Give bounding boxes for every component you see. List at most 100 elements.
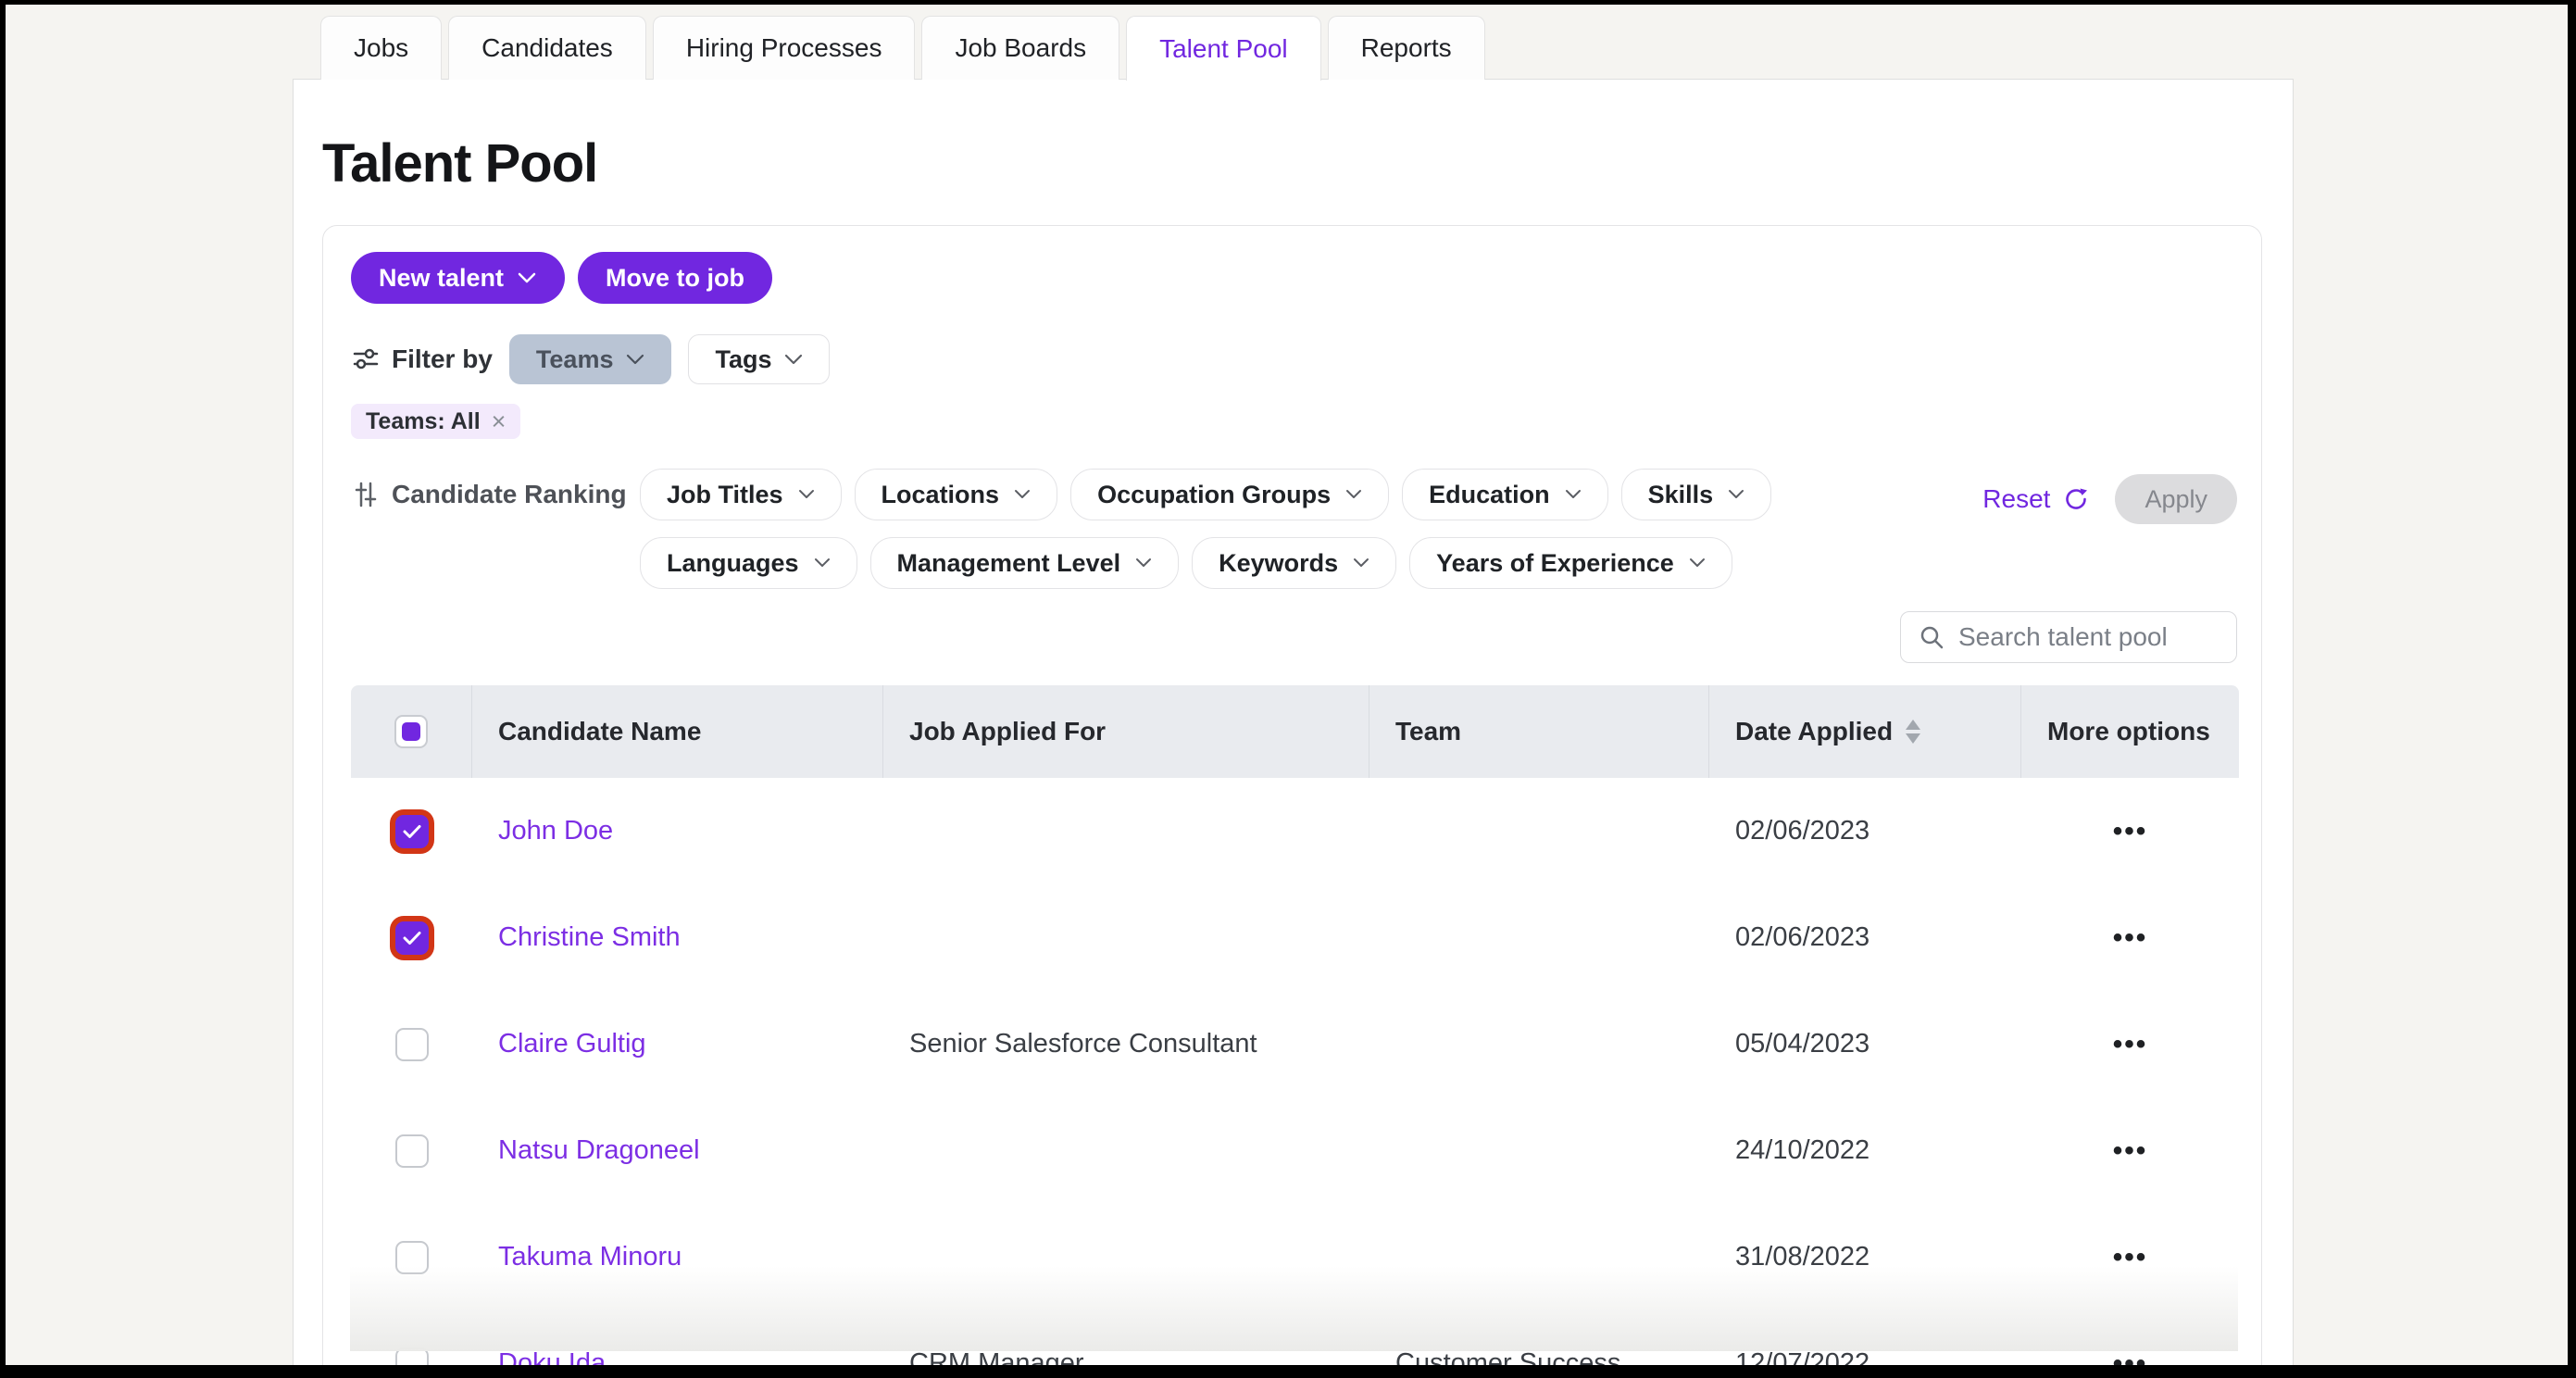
job-applied-cell: CRM Manager [883, 1310, 1369, 1365]
search-row [351, 611, 2237, 663]
more-options-button[interactable]: ••• [2113, 1137, 2148, 1165]
active-filters-row: Teams: All × [351, 404, 2237, 439]
chevron-down-icon [1353, 557, 1369, 569]
ranking-dropdowns: Job Titles Locations Occupation Groups E… [640, 469, 1816, 589]
remove-filter-icon[interactable]: × [492, 409, 506, 434]
tab-hiring-processes[interactable]: Hiring Processes [653, 16, 916, 80]
more-options-button[interactable]: ••• [2113, 1350, 2148, 1366]
chevron-down-icon [798, 489, 815, 500]
search-icon [1918, 623, 1945, 651]
date-applied-cell: 05/04/2023 [1709, 991, 2021, 1097]
job-applied-cell [883, 778, 1369, 884]
indeterminate-mark-icon [402, 722, 420, 741]
select-all-header-cell [351, 685, 472, 778]
main-nav-tabs: Jobs Candidates Hiring Processes Job Boa… [320, 16, 1485, 81]
filter-teams-button[interactable]: Teams [509, 334, 672, 384]
candidate-name-link[interactable]: Natsu Dragoneel [498, 1135, 700, 1166]
date-applied-cell: 02/06/2023 [1709, 884, 2021, 991]
candidate-name-link[interactable]: Christine Smith [498, 922, 681, 953]
tab-talent-pool[interactable]: Talent Pool [1126, 16, 1321, 81]
candidate-name-link[interactable]: John Doe [498, 816, 613, 846]
job-applied-cell [883, 1204, 1369, 1310]
tab-candidates[interactable]: Candidates [448, 16, 646, 80]
row-checkbox[interactable] [395, 815, 429, 848]
table-row: Takuma Minoru 31/08/2022 ••• [351, 1204, 2239, 1310]
job-applied-cell: Senior Salesforce Consultant [883, 991, 1369, 1097]
search-box [1900, 611, 2237, 663]
filter-by-label: Filter by [351, 344, 493, 374]
candidate-ranking-block: Candidate Ranking Job Titles Locations O… [351, 469, 2237, 589]
row-checkbox[interactable] [395, 1134, 429, 1168]
keywords-dropdown[interactable]: Keywords [1192, 537, 1396, 589]
skills-dropdown[interactable]: Skills [1621, 469, 1772, 520]
column-header-more-options: More options [2021, 685, 2239, 778]
chevron-down-icon [784, 354, 803, 366]
table-row: Natsu Dragoneel 24/10/2022 ••• [351, 1097, 2239, 1204]
tab-job-boards[interactable]: Job Boards [921, 16, 1119, 80]
chevron-down-icon [1014, 489, 1031, 500]
chevron-down-icon [626, 354, 644, 366]
new-talent-button[interactable]: New talent [351, 252, 565, 304]
team-cell [1369, 1204, 1709, 1310]
actions-row: New talent Move to job [351, 252, 2237, 304]
table-row: Christine Smith 02/06/2023 ••• [351, 884, 2239, 991]
talent-pool-card: New talent Move to job [322, 225, 2262, 1365]
job-applied-cell [883, 1097, 1369, 1204]
chevron-down-icon [1689, 557, 1706, 569]
filter-tags-button[interactable]: Tags [688, 334, 830, 384]
table-row: Claire Gultig Senior Salesforce Consulta… [351, 991, 2239, 1097]
chevron-down-icon [1565, 489, 1582, 500]
row-checkbox[interactable] [395, 1241, 429, 1274]
column-header-job-applied-for: Job Applied For [883, 685, 1369, 778]
sort-icon[interactable] [1906, 720, 1920, 744]
more-options-button[interactable]: ••• [2113, 1031, 2148, 1059]
sliders-vertical-icon [351, 480, 381, 509]
talent-pool-table: Candidate Name Job Applied For Team Date… [351, 685, 2239, 1365]
check-icon [402, 823, 422, 840]
column-header-candidate-name: Candidate Name [472, 685, 883, 778]
more-options-button[interactable]: ••• [2113, 818, 2148, 846]
education-dropdown[interactable]: Education [1402, 469, 1608, 520]
more-options-button[interactable]: ••• [2113, 1244, 2148, 1272]
refresh-icon [2061, 484, 2091, 514]
app-viewport: Jobs Candidates Hiring Processes Job Boa… [6, 5, 2568, 1365]
tab-jobs[interactable]: Jobs [320, 16, 442, 80]
occupation-groups-dropdown[interactable]: Occupation Groups [1070, 469, 1389, 520]
more-options-button[interactable]: ••• [2113, 924, 2148, 952]
chevron-down-icon [814, 557, 831, 569]
select-all-checkbox[interactable] [394, 715, 428, 748]
locations-dropdown[interactable]: Locations [855, 469, 1058, 520]
candidate-name-link[interactable]: Takuma Minoru [498, 1242, 682, 1272]
row-checkbox[interactable] [395, 1028, 429, 1061]
tab-reports[interactable]: Reports [1328, 16, 1485, 80]
screenshot-frame: Jobs Candidates Hiring Processes Job Boa… [0, 0, 2576, 1378]
job-titles-dropdown[interactable]: Job Titles [640, 469, 842, 520]
apply-button[interactable]: Apply [2115, 474, 2237, 524]
row-checkbox[interactable] [395, 1347, 429, 1366]
chevron-down-icon [1135, 557, 1152, 569]
date-applied-cell: 31/08/2022 [1709, 1204, 2021, 1310]
move-to-job-button[interactable]: Move to job [578, 252, 772, 304]
table-row: Doku Ida CRM Manager Customer Success 12… [351, 1310, 2239, 1365]
candidate-name-link[interactable]: Claire Gultig [498, 1029, 646, 1059]
column-header-date-applied[interactable]: Date Applied [1709, 685, 2021, 778]
team-cell [1369, 991, 1709, 1097]
management-level-dropdown[interactable]: Management Level [870, 537, 1180, 589]
languages-dropdown[interactable]: Languages [640, 537, 857, 589]
chevron-down-icon [517, 271, 537, 284]
column-header-team: Team [1369, 685, 1709, 778]
chevron-down-icon [1728, 489, 1744, 500]
team-cell [1369, 1097, 1709, 1204]
team-cell [1369, 884, 1709, 991]
candidate-name-link[interactable]: Doku Ida [498, 1348, 606, 1365]
search-input[interactable] [1958, 622, 2220, 652]
row-checkbox[interactable] [395, 921, 429, 955]
years-of-experience-dropdown[interactable]: Years of Experience [1409, 537, 1732, 589]
sliders-horizontal-icon [351, 344, 381, 374]
team-cell: Customer Success [1369, 1310, 1709, 1365]
date-applied-cell: 12/07/2022 [1709, 1310, 2021, 1365]
reset-button[interactable]: Reset [1982, 484, 2091, 514]
check-icon [402, 930, 422, 946]
job-applied-cell [883, 884, 1369, 991]
teams-all-chip: Teams: All × [351, 404, 520, 439]
